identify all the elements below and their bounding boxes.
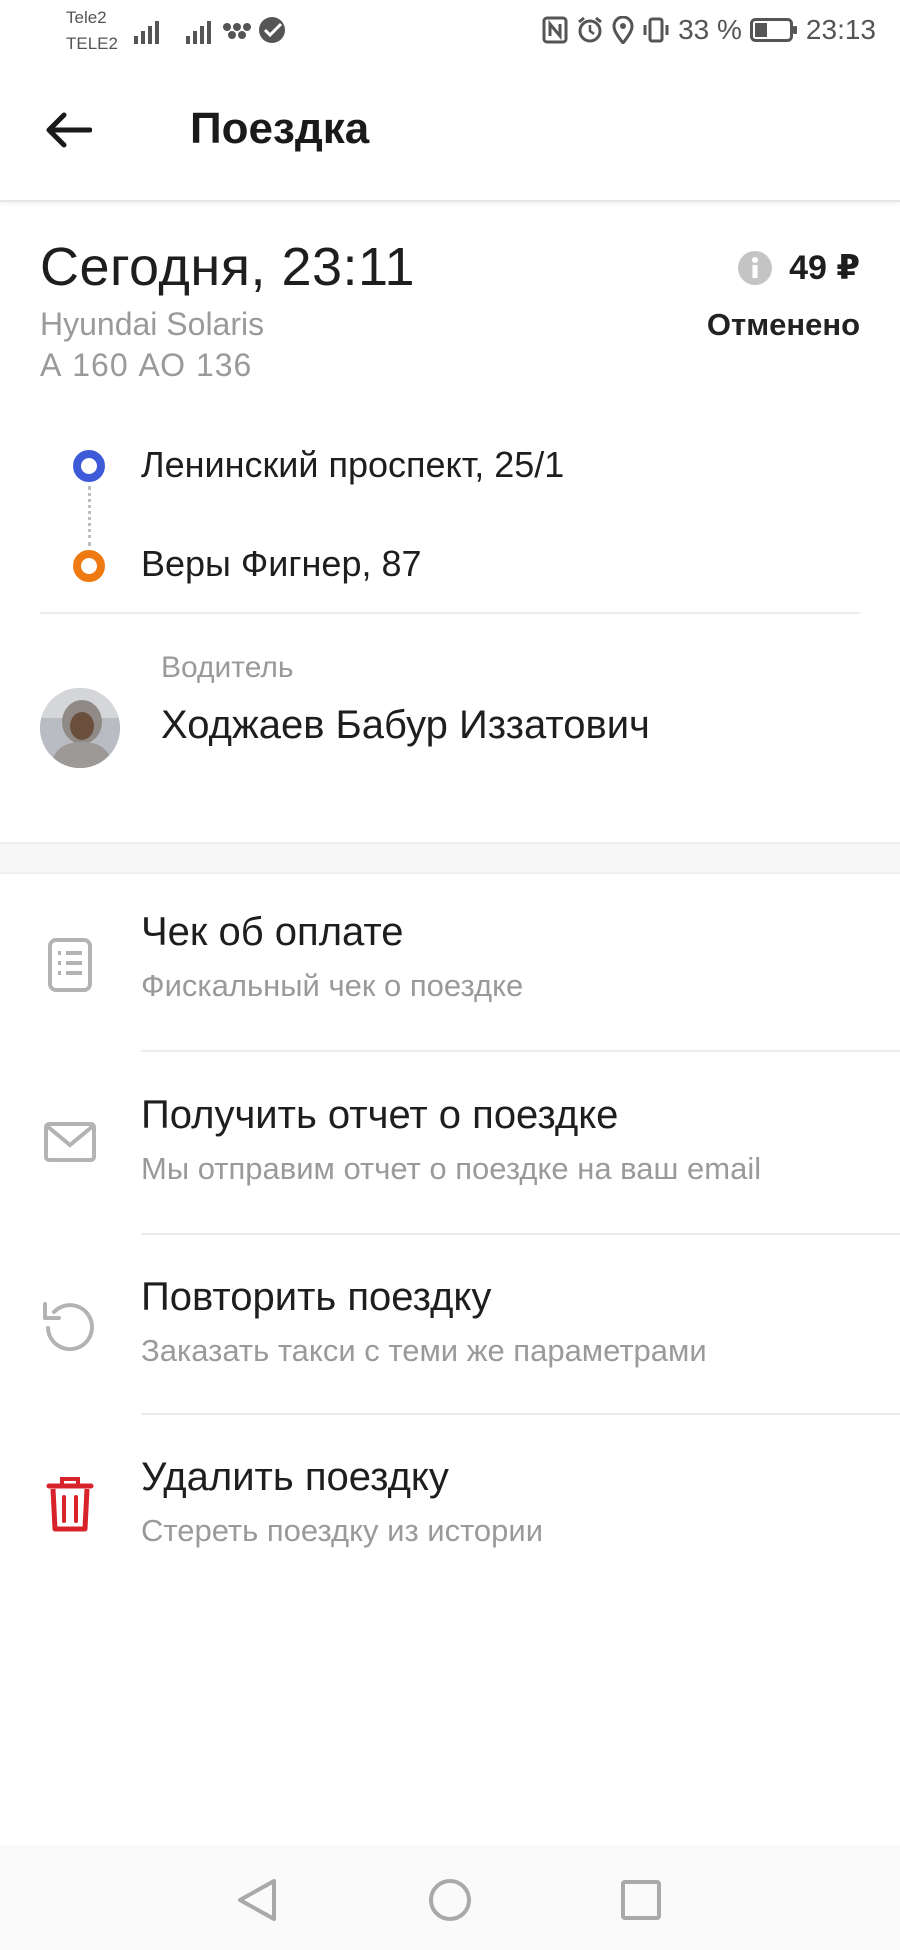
receipt-icon [40, 935, 100, 995]
action-subtitle: Заказать такси с теми же параметрами [141, 1333, 707, 1368]
car-model: Hyundai Solaris [40, 306, 265, 342]
route-from-address: Ленинский проспект, 25/1 [141, 444, 565, 485]
price-row: 49 ₽ [737, 248, 860, 288]
route-end-dot [73, 550, 105, 582]
section-divider [0, 842, 900, 874]
back-nav-icon [238, 1879, 276, 1921]
status-icons: 33 % 23:13 [542, 14, 876, 46]
driver-name: Ходжаев Бабур Иззатович [161, 703, 650, 747]
action-repeat-trip[interactable]: Повторить поездку Заказать такси с теми … [0, 1240, 900, 1420]
carrier-name-2: TELE2 [66, 34, 118, 53]
mail-icon [40, 1112, 100, 1172]
nfc-icon [542, 16, 568, 44]
action-subtitle: Стереть поездку из истории [141, 1513, 544, 1548]
trip-price: 49 ₽ [789, 249, 860, 287]
location-icon [612, 16, 634, 44]
alarm-icon [578, 16, 603, 43]
trip-datetime: Сегодня, 23:11 [40, 237, 416, 297]
driver-avatar [40, 688, 120, 768]
system-nav-bar [0, 1845, 900, 1950]
route-connector [88, 486, 91, 546]
action-title: Повторить поездку [141, 1275, 492, 1319]
app-header: Поездка [0, 62, 900, 202]
page-title: Поездка [190, 104, 370, 153]
driver-label: Водитель [161, 651, 294, 684]
action-subtitle: Фискальный чек о поездке [141, 968, 524, 1003]
back-nav-button[interactable] [232, 1875, 282, 1925]
action-subtitle: Мы отправим отчет о поездке на ваш email [141, 1151, 762, 1186]
repeat-icon [40, 1296, 100, 1356]
status-time: 23:13 [805, 14, 876, 45]
home-nav-icon [429, 1879, 471, 1921]
action-email-report[interactable]: Получить отчет о поездке Мы отправим отч… [0, 1058, 900, 1238]
status-bar: Tele2 TELE2 33 % 23:13 [0, 0, 900, 62]
route-start-dot [73, 450, 105, 482]
recents-nav-icon [621, 1880, 661, 1920]
divider [141, 1413, 900, 1415]
action-receipt[interactable]: Чек об оплате Фискальный чек о поездке [0, 875, 900, 1055]
signal-icon [186, 21, 211, 44]
signal-icon [134, 21, 159, 44]
action-delete-trip[interactable]: Удалить поездку Стереть поездку из истор… [0, 1420, 900, 1600]
carrier-name-1: Tele2 [66, 8, 107, 27]
home-nav-button[interactable] [425, 1875, 475, 1925]
trash-icon [40, 1474, 100, 1534]
arrow-left-icon [46, 112, 92, 148]
car-plate: А 160 АО 136 [40, 347, 253, 383]
info-icon[interactable] [737, 250, 773, 286]
divider [141, 1050, 900, 1052]
vibrate-icon [643, 17, 669, 43]
back-button[interactable] [38, 100, 98, 160]
sberbank-icon [259, 17, 285, 43]
divider [40, 612, 860, 614]
person-photo [40, 688, 120, 768]
battery-percent: 33 % [678, 14, 742, 45]
route-to-address: Веры Фигнер, 87 [141, 543, 422, 584]
action-title: Получить отчет о поездке [141, 1093, 619, 1137]
messenger-icon [223, 23, 251, 39]
trip-status: Отменено [706, 307, 860, 342]
battery-icon [749, 18, 797, 42]
action-title: Удалить поездку [141, 1455, 449, 1499]
divider [141, 1233, 900, 1235]
recents-nav-button[interactable] [616, 1875, 666, 1925]
action-title: Чек об оплате [141, 910, 404, 954]
